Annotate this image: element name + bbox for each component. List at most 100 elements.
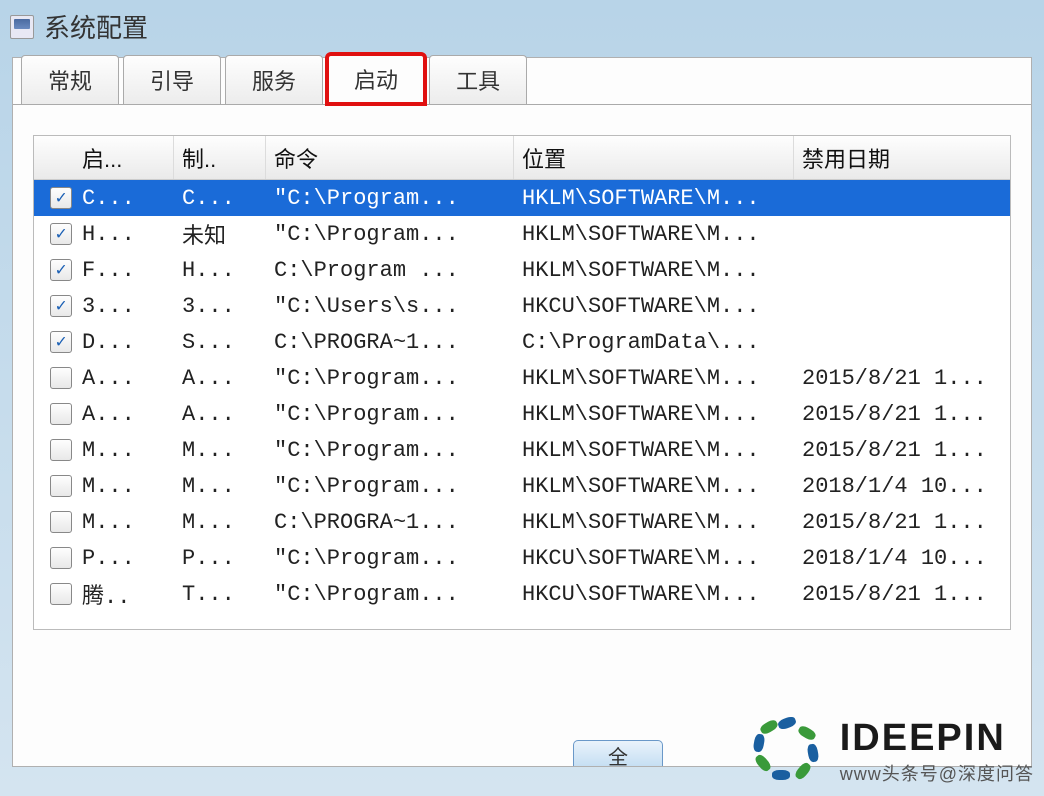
tab-tools[interactable]: 工具 [429, 55, 527, 104]
row-checkbox[interactable] [50, 547, 72, 569]
cell-date: 2015/8/21 1... [794, 582, 1010, 607]
tab-strip: 常规 引导 服务 启动 工具 [21, 57, 1031, 103]
table-row[interactable]: F...H...C:\Program ...HKLM\SOFTWARE\M... [34, 252, 1010, 288]
cell-startup: F... [74, 258, 174, 283]
row-checkbox[interactable] [50, 187, 72, 209]
cell-location: HKLM\SOFTWARE\M... [514, 222, 794, 247]
cell-startup: A... [74, 366, 174, 391]
cell-date: 2015/8/21 1... [794, 366, 1010, 391]
watermark: IDEEPIN www头条号@深度问答 [748, 716, 1034, 786]
cell-date: 2015/8/21 1... [794, 402, 1010, 427]
cell-startup: 3... [74, 294, 174, 319]
tab-content: 启... 制.. 命令 位置 禁用日期 C...C..."C:\Program.… [13, 104, 1031, 768]
table-row[interactable]: C...C..."C:\Program...HKLM\SOFTWARE\M... [34, 180, 1010, 216]
tab-startup[interactable]: 启动 [327, 54, 425, 104]
enable-all-button[interactable]: 全 [573, 740, 663, 766]
cell-location: HKLM\SOFTWARE\M... [514, 402, 794, 427]
cell-command: "C:\Users\s... [266, 294, 514, 319]
cell-location: HKCU\SOFTWARE\M... [514, 582, 794, 607]
cell-maker: S... [174, 330, 266, 355]
cell-location: HKLM\SOFTWARE\M... [514, 366, 794, 391]
cell-command: "C:\Program... [266, 546, 514, 571]
cell-command: "C:\Program... [266, 474, 514, 499]
watermark-brand: IDEEPIN [840, 717, 1034, 760]
column-maker[interactable]: 制.. [174, 136, 266, 179]
cell-maker: M... [174, 438, 266, 463]
cell-maker: C... [174, 186, 266, 211]
cell-command: "C:\Program... [266, 222, 514, 247]
table-row[interactable]: M...M..."C:\Program...HKLM\SOFTWARE\M...… [34, 468, 1010, 504]
cell-maker: T... [174, 582, 266, 607]
row-checkbox[interactable] [50, 295, 72, 317]
row-checkbox[interactable] [50, 583, 72, 605]
column-startup[interactable]: 启... [74, 136, 174, 179]
cell-startup: M... [74, 438, 174, 463]
table-row[interactable]: A...A..."C:\Program...HKLM\SOFTWARE\M...… [34, 360, 1010, 396]
cell-command: C:\Program ... [266, 258, 514, 283]
row-checkbox[interactable] [50, 367, 72, 389]
cell-startup: M... [74, 510, 174, 535]
cell-date: 2015/8/21 1... [794, 438, 1010, 463]
table-row[interactable]: D...S...C:\PROGRA~1...C:\ProgramData\... [34, 324, 1010, 360]
cell-maker: H... [174, 258, 266, 283]
column-command[interactable]: 命令 [266, 136, 514, 179]
column-disabled-date[interactable]: 禁用日期 [794, 136, 1010, 179]
row-checkbox[interactable] [50, 331, 72, 353]
cell-location: C:\ProgramData\... [514, 330, 794, 355]
row-checkbox[interactable] [50, 259, 72, 281]
watermark-subtitle: www头条号@深度问答 [840, 760, 1034, 786]
cell-startup: P... [74, 546, 174, 571]
cell-command: "C:\Program... [266, 186, 514, 211]
row-checkbox[interactable] [50, 223, 72, 245]
cell-location: HKLM\SOFTWARE\M... [514, 510, 794, 535]
ideepin-logo-icon [748, 716, 828, 786]
row-checkbox[interactable] [50, 439, 72, 461]
cell-startup: 腾.. [74, 578, 174, 610]
column-location[interactable]: 位置 [514, 136, 794, 179]
table-row[interactable]: M...M..."C:\Program...HKLM\SOFTWARE\M...… [34, 432, 1010, 468]
cell-startup: M... [74, 474, 174, 499]
tab-general[interactable]: 常规 [21, 55, 119, 104]
grid-body: C...C..."C:\Program...HKLM\SOFTWARE\M...… [34, 180, 1010, 612]
tab-boot[interactable]: 引导 [123, 55, 221, 104]
cell-maker: A... [174, 402, 266, 427]
watermark-text: IDEEPIN www头条号@深度问答 [840, 717, 1034, 786]
tab-services[interactable]: 服务 [225, 55, 323, 104]
cell-maker: M... [174, 474, 266, 499]
startup-grid: 启... 制.. 命令 位置 禁用日期 C...C..."C:\Program.… [33, 135, 1011, 630]
titlebar: 系统配置 [0, 0, 1044, 57]
cell-location: HKLM\SOFTWARE\M... [514, 186, 794, 211]
dialog-body: 常规 引导 服务 启动 工具 启... 制.. 命令 位置 禁用日期 C...C… [12, 57, 1032, 767]
cell-location: HKLM\SOFTWARE\M... [514, 474, 794, 499]
cell-date: 2015/8/21 1... [794, 510, 1010, 535]
cell-location: HKCU\SOFTWARE\M... [514, 294, 794, 319]
cell-command: C:\PROGRA~1... [266, 510, 514, 535]
table-row[interactable]: M...M...C:\PROGRA~1...HKLM\SOFTWARE\M...… [34, 504, 1010, 540]
cell-command: "C:\Program... [266, 582, 514, 607]
row-checkbox[interactable] [50, 511, 72, 533]
cell-maker: M... [174, 510, 266, 535]
cell-startup: A... [74, 402, 174, 427]
cell-location: HKLM\SOFTWARE\M... [514, 438, 794, 463]
table-row[interactable]: P...P..."C:\Program...HKCU\SOFTWARE\M...… [34, 540, 1010, 576]
cell-command: "C:\Program... [266, 438, 514, 463]
row-checkbox[interactable] [50, 403, 72, 425]
cell-date: 2018/1/4 10... [794, 546, 1010, 571]
table-row[interactable]: A...A..."C:\Program...HKLM\SOFTWARE\M...… [34, 396, 1010, 432]
cell-maker: 3... [174, 294, 266, 319]
grid-header: 启... 制.. 命令 位置 禁用日期 [34, 136, 1010, 180]
table-row[interactable]: H...未知"C:\Program...HKLM\SOFTWARE\M... [34, 216, 1010, 252]
table-row[interactable]: 3...3..."C:\Users\s...HKCU\SOFTWARE\M... [34, 288, 1010, 324]
cell-maker: P... [174, 546, 266, 571]
row-checkbox[interactable] [50, 475, 72, 497]
cell-date: 2018/1/4 10... [794, 474, 1010, 499]
msconfig-icon [10, 15, 34, 39]
cell-startup: H... [74, 222, 174, 247]
cell-startup: C... [74, 186, 174, 211]
cell-command: "C:\Program... [266, 366, 514, 391]
column-checkbox[interactable] [34, 136, 74, 179]
cell-startup: D... [74, 330, 174, 355]
cell-maker: A... [174, 366, 266, 391]
cell-maker: 未知 [174, 218, 266, 250]
table-row[interactable]: 腾..T..."C:\Program...HKCU\SOFTWARE\M...2… [34, 576, 1010, 612]
